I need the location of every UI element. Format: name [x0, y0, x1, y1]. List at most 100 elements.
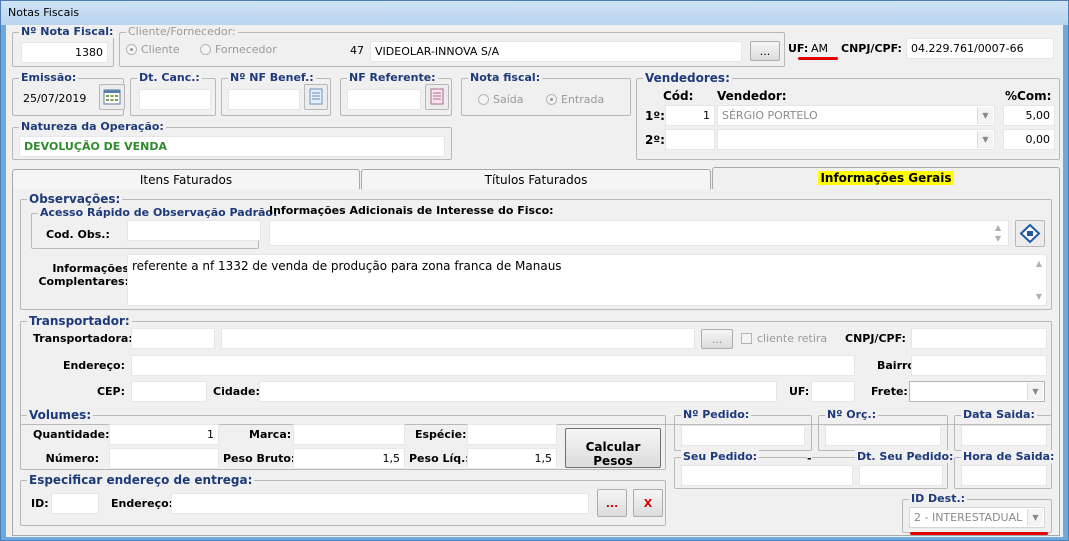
calcular-pesos-button[interactable]: Calcular Pesos [565, 428, 661, 468]
document-icon[interactable] [304, 84, 328, 110]
vendedor-row2-com[interactable]: 0,00 [1003, 129, 1055, 150]
transportadora-code-field[interactable] [131, 328, 215, 349]
info-comp-text: referente a nf 1332 de venda de produção… [132, 259, 562, 273]
info-comp-label: Informações Complentares: [33, 262, 129, 288]
n-pedido-field[interactable] [681, 425, 805, 446]
transp-cidade-field[interactable] [259, 381, 777, 402]
info-fisco-scroll[interactable]: ▲ ▼ [995, 222, 1001, 244]
vendedor-row2-label: 2º: [645, 133, 665, 147]
seu-pedido-dash: - [807, 452, 812, 465]
transp-cnpj-label: CNPJ/CPF: [845, 332, 906, 345]
transp-uf-label: UF: [789, 385, 810, 398]
transp-endereco-field[interactable] [131, 355, 855, 376]
vendedor-row2-select[interactable]: ▼ [717, 129, 995, 150]
cnpj-label: CNPJ/CPF: [841, 42, 902, 55]
transportador-label: Transportador: [27, 314, 132, 328]
form-body: Nº Nota Fiscal: 1380 Cliente/Fornecedor:… [6, 25, 1063, 537]
nf-benef-field[interactable] [228, 89, 300, 110]
vendedor-row1-cod[interactable]: 1 [665, 105, 715, 126]
entrega-id-label: ID: [31, 497, 49, 510]
emissao-field[interactable]: 25/07/2019 [19, 89, 95, 110]
cliente-group-label: Cliente/Fornecedor: [126, 25, 238, 38]
cliente-retira-checkbox[interactable]: cliente retira [741, 332, 827, 345]
transp-cep-field[interactable] [131, 381, 207, 402]
nf-referente-label: NF Referente: [347, 71, 438, 84]
close-icon[interactable]: X [633, 489, 663, 517]
vendedor-row1-com[interactable]: 5,00 [1003, 105, 1055, 126]
seu-pedido-group: Seu Pedido: - Dt. Seu Pedido: [674, 450, 956, 489]
cliente-name-field[interactable]: VIDEOLAR-INNOVA S/A [370, 41, 742, 62]
info-comp-field[interactable]: referente a nf 1332 de venda de produção… [127, 254, 1047, 306]
quantidade-label: Quantidade: [33, 428, 110, 441]
cliente-retira-label: cliente retira [757, 332, 828, 345]
observacoes-label: Observações: [27, 192, 123, 206]
n-pedido-label: Nº Pedido: [681, 408, 752, 421]
dt-canc-field[interactable] [139, 89, 211, 110]
note-icon[interactable] [425, 84, 449, 110]
numero-field[interactable] [109, 448, 219, 469]
cnpj-field[interactable]: 04.229.761/0007-66 [906, 38, 1054, 59]
calendar-icon[interactable] [99, 84, 125, 110]
entrega-endereco-field[interactable] [171, 493, 589, 514]
marca-field[interactable] [293, 424, 405, 445]
radio-saida[interactable]: Saída [478, 93, 524, 106]
entrega-label: Especificar endereço de entrega: [27, 473, 255, 487]
peso-liq-field[interactable]: 1,5 [467, 448, 557, 469]
transp-bairro-field[interactable] [911, 355, 1047, 376]
vendedor-row1-select[interactable]: SÉRGIO PORTELO ▼ [717, 105, 995, 126]
especie-field[interactable] [467, 424, 557, 445]
chevron-down-icon: ▼ [1027, 383, 1043, 400]
cod-obs-label: Cod. Obs.: [46, 228, 110, 241]
diamond-icon[interactable] [1015, 220, 1045, 247]
cliente-search-button[interactable]: ... [750, 41, 780, 61]
info-fisco-label: Informações Adicionais de Interesse do F… [269, 204, 554, 217]
radio-fornecedor[interactable]: Fornecedor [200, 43, 277, 56]
transp-frete-select[interactable]: ▼ [909, 381, 1045, 402]
natureza-field[interactable]: DEVOLUÇÃO DE VENDA [19, 136, 445, 157]
transp-cidade-label: Cidade: [213, 385, 260, 398]
scroll-up-icon[interactable]: ▲ [1036, 259, 1042, 268]
entrega-search-button[interactable]: ... [597, 489, 627, 517]
transp-cnpj-field[interactable] [911, 328, 1047, 349]
n-orc-field[interactable] [825, 425, 941, 446]
uf-value: AM [811, 42, 829, 55]
emissao-label: Emissão: [19, 71, 79, 84]
entrega-id-field[interactable] [51, 493, 99, 514]
numero-label: Número: [45, 452, 99, 465]
data-saida-label: Data Saida: [961, 408, 1037, 421]
seu-pedido-field[interactable] [681, 465, 853, 486]
info-fisco-field[interactable] [269, 220, 1009, 246]
dt-canc-label: Dt. Canc.: [137, 71, 202, 84]
tab-itens-faturados[interactable]: Itens Faturados [12, 169, 360, 189]
nf-referente-field[interactable] [347, 89, 421, 110]
quantidade-field[interactable]: 1 [109, 424, 219, 445]
tab-titulos-faturados[interactable]: Títulos Faturados [361, 169, 711, 189]
radio-cliente[interactable]: Cliente [126, 43, 180, 56]
vendedores-group: Vendedores: Cód: Vendedor: %Com: 1º: 1 S… [636, 71, 1060, 160]
info-comp-label-line2: Complentares: [38, 275, 129, 288]
id-dest-group: ID Dest.: 2 - INTERESTADUAL ▼ [902, 492, 1052, 533]
transp-frete-label: Frete: [871, 385, 908, 398]
transp-uf-field[interactable] [811, 381, 855, 402]
transportadora-name-field[interactable] [221, 328, 695, 349]
radio-saida-label: Saída [493, 93, 524, 106]
nf-benef-label: Nº NF Benef.: [228, 71, 316, 84]
vendedor-row2-cod[interactable] [665, 129, 715, 150]
vendedores-col-cod: Cód: [663, 89, 694, 103]
dt-seu-pedido-field[interactable] [859, 465, 943, 486]
transportadora-label: Transportadora: [33, 332, 133, 345]
cod-obs-field[interactable] [127, 220, 261, 241]
id-dest-select[interactable]: 2 - INTERESTADUAL ▼ [909, 507, 1045, 528]
peso-bruto-field[interactable]: 1,5 [293, 448, 405, 469]
chevron-down-icon: ▼ [977, 107, 993, 124]
window-title: Notas Fiscais [1, 1, 1068, 25]
scroll-down-icon[interactable]: ▼ [1036, 292, 1042, 301]
tab-informacoes-gerais[interactable]: Informações Gerais [712, 167, 1060, 189]
radio-entrada[interactable]: Entrada [546, 93, 604, 106]
cliente-code-field[interactable]: 47 [286, 41, 368, 62]
nf-number-field[interactable]: 1380 [21, 42, 108, 63]
data-saida-field[interactable] [961, 425, 1047, 446]
hora-saida-field[interactable] [961, 465, 1047, 486]
transportadora-search-button[interactable]: ... [701, 329, 733, 349]
radio-cliente-label: Cliente [141, 43, 180, 56]
